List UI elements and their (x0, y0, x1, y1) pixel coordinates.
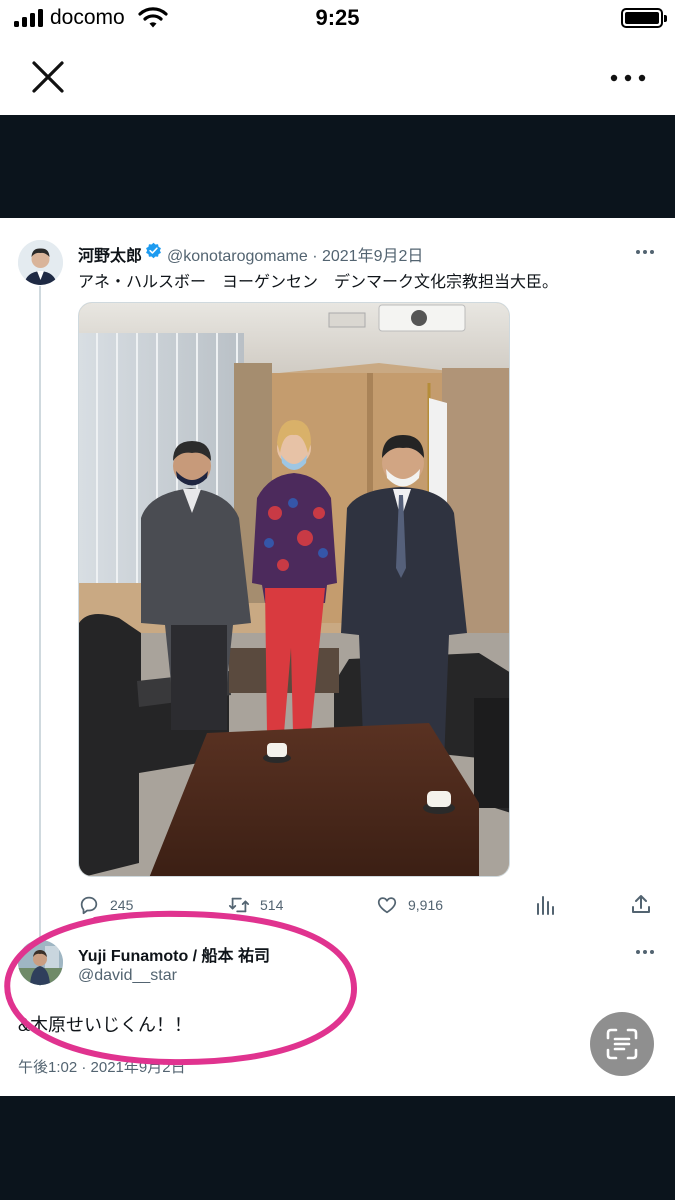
reply-count: 245 (110, 897, 134, 913)
close-icon[interactable] (28, 57, 68, 97)
avatar[interactable] (18, 240, 63, 285)
reply-timestamp: 午後1:02 · 2021年9月2日 (18, 1059, 186, 1076)
retweet-count: 514 (260, 897, 284, 913)
like-count: 9,916 (408, 897, 444, 913)
office-meeting-photo (79, 303, 509, 876)
tweet-handle-date: @konotarogomame · 2021年9月2日 (167, 248, 424, 265)
media-viewer-header (0, 40, 675, 115)
analytics-icon[interactable] (535, 894, 555, 916)
reply-more-icon[interactable] (636, 947, 656, 957)
heart-icon (377, 897, 397, 914)
verified-badge-icon (146, 242, 161, 259)
viewer-backdrop-top (0, 115, 675, 218)
live-text-scan-button[interactable] (590, 1012, 654, 1076)
tweet-thread: 河野太郎 @konotarogomame · 2021年9月2日 アネ・ハルスボ… (0, 218, 675, 1096)
share-icon[interactable] (631, 893, 651, 915)
tweet-photo[interactable] (78, 302, 510, 877)
battery-icon (621, 8, 667, 28)
more-options-icon[interactable] (608, 68, 648, 88)
tweet-text: アネ・ハルスボー ヨーゲンセン デンマーク文化宗教担当大臣。 (78, 274, 559, 291)
avatar[interactable] (18, 940, 63, 985)
viewer-backdrop-bottom (0, 1096, 675, 1200)
status-time: 9:25 (315, 5, 360, 30)
thread-connector-line (39, 286, 41, 986)
text-scan-icon (606, 1028, 638, 1060)
tweet-more-icon[interactable] (636, 247, 656, 257)
status-bar: docomo 9:25 (0, 0, 675, 40)
reply-handle: @david__star (78, 967, 177, 984)
reply-author-name[interactable]: Yuji Funamoto / 船本 祐司 (78, 942, 270, 966)
retweet-icon (228, 897, 250, 913)
reply-icon (80, 896, 98, 915)
reply-text: &木原せいじくん！！ (18, 1015, 193, 1035)
tweet-author-name[interactable]: 河野太郎 (78, 242, 142, 266)
